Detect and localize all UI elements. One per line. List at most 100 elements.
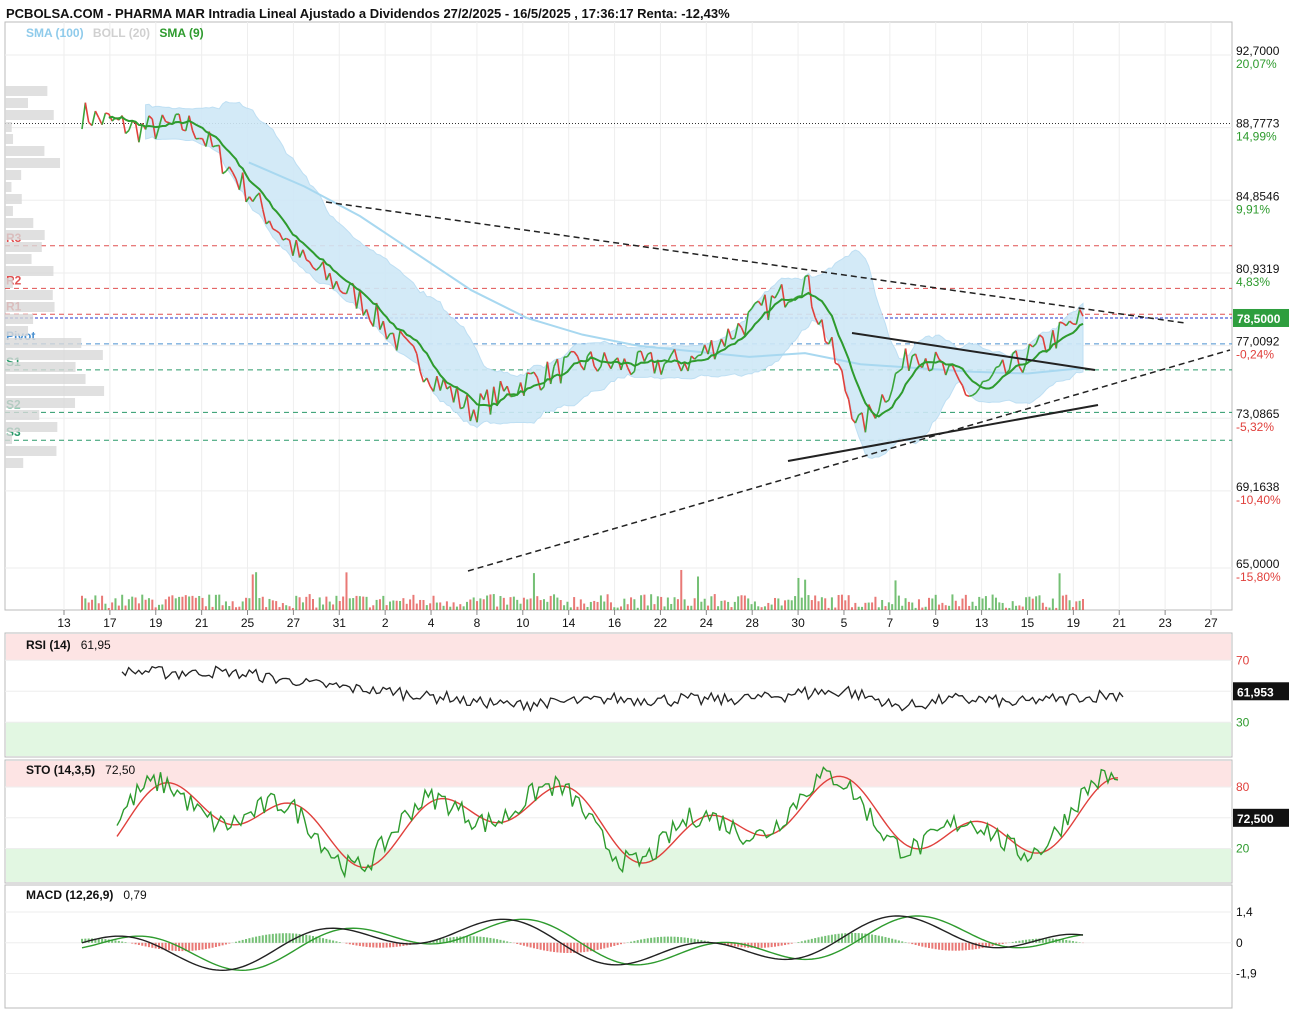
- volume-bar: [291, 607, 294, 610]
- macd-histogram-bar: [496, 939, 499, 943]
- volume-bar: [777, 598, 780, 610]
- solid-trend-line: [787, 404, 1099, 462]
- volume-bar: [191, 595, 194, 610]
- volume-bar: [124, 605, 127, 610]
- volume-bar: [787, 599, 790, 610]
- volume-bar: [392, 600, 395, 610]
- volume-bar: [877, 607, 880, 610]
- volume-bar: [968, 605, 971, 610]
- volume-bar: [1011, 601, 1014, 610]
- volume-bar: [476, 601, 479, 610]
- volume-bar: [767, 602, 770, 610]
- macd-histogram-bar: [680, 937, 683, 943]
- y-percent-label: -0,24%: [1236, 348, 1274, 362]
- volume-bar: [800, 597, 803, 610]
- volume-bar: [516, 599, 519, 610]
- volume-bar: [208, 594, 211, 610]
- macd-histogram-bar: [365, 942, 368, 947]
- y-tick-label: 73,0865: [1236, 407, 1280, 421]
- volume-bar: [332, 604, 335, 610]
- volume-bar: [911, 602, 914, 610]
- macd-histogram-bar: [338, 942, 341, 943]
- volume-bar: [1068, 600, 1071, 610]
- volume-bar: [295, 595, 298, 610]
- macd-histogram-bar: [623, 942, 626, 944]
- volume-bar: [874, 596, 877, 610]
- macd-histogram-bar: [954, 942, 957, 951]
- profile-bar: [5, 410, 40, 420]
- volume-bar: [857, 606, 860, 610]
- chart-title: PCBOLSA.COM - PHARMA MAR Intradia Lineal…: [6, 6, 730, 21]
- macd-histogram-bar: [917, 942, 920, 946]
- macd-histogram-bar: [522, 942, 525, 946]
- volume-bar: [1031, 598, 1034, 610]
- macd-histogram-bar: [630, 941, 633, 943]
- volume-bar: [238, 606, 241, 610]
- profile-bar: [5, 446, 57, 456]
- volume-bar: [804, 579, 807, 610]
- macd-histogram-bar: [191, 942, 194, 951]
- volume-bar: [623, 598, 626, 610]
- volume-bar: [1055, 607, 1058, 610]
- y-tick-label: 88,7773: [1236, 117, 1280, 131]
- x-tick-label: 8: [474, 616, 481, 630]
- volume-bar: [87, 602, 90, 610]
- volume-bar: [670, 603, 673, 610]
- volume-bar: [984, 596, 987, 610]
- volume-bar: [998, 602, 1001, 610]
- x-tick-label: 24: [700, 616, 714, 630]
- sto-value: 72,50: [105, 763, 136, 777]
- price-segment: [965, 394, 970, 398]
- macd-histogram-bar: [569, 942, 572, 953]
- macd-histogram-bar: [352, 942, 355, 945]
- profile-bar: [5, 350, 103, 360]
- profile-bar: [5, 458, 24, 468]
- macd-histogram-bar: [385, 942, 388, 948]
- macd-histogram-bar: [774, 942, 776, 947]
- volume-bar: [101, 595, 104, 610]
- volume-bar: [954, 600, 957, 610]
- volume-bar: [131, 596, 134, 610]
- y-tick-label: 65,0000: [1236, 557, 1280, 571]
- macd-histogram-bar: [666, 936, 669, 943]
- profile-bar: [5, 326, 29, 336]
- volume-bar: [774, 597, 776, 610]
- volume-bar: [760, 607, 763, 610]
- volume-bar: [840, 594, 843, 610]
- volume-bar: [224, 601, 227, 610]
- volume-bar: [117, 605, 120, 610]
- macd-histogram-bar: [643, 938, 646, 943]
- volume-bar: [636, 607, 639, 610]
- macd-histogram-bar: [616, 942, 619, 946]
- volume-bar: [415, 603, 418, 610]
- volume-bar: [325, 596, 328, 610]
- volume-bar: [198, 595, 201, 610]
- macd-histogram-bar: [894, 939, 897, 943]
- volume-bar: [834, 607, 837, 610]
- volume-bar: [907, 601, 910, 610]
- price-segment: [982, 380, 987, 383]
- volume-bar: [549, 595, 552, 610]
- current-price-tag-label: 78,5000: [1237, 312, 1281, 326]
- volume-bar: [526, 599, 529, 610]
- volume-bar: [459, 604, 462, 610]
- volume-bar: [603, 601, 606, 610]
- volume-bar: [1078, 600, 1081, 610]
- macd-histogram-bar: [777, 942, 780, 947]
- volume-bar: [901, 605, 904, 610]
- x-tick-label: 23: [1158, 616, 1172, 630]
- macd-title: MACD (12,26,9) 0,79: [26, 888, 147, 902]
- profile-bar: [5, 278, 13, 288]
- x-tick-label: 4: [428, 616, 435, 630]
- chart-canvas: R3R2R1PivotS1S2S378,5000 131719212527312…: [4, 21, 1289, 1009]
- volume-bar: [375, 599, 378, 610]
- x-tick-label: 9: [932, 616, 939, 630]
- volume-bar: [452, 602, 455, 610]
- volume-bar: [194, 597, 197, 610]
- volume-bar: [656, 596, 659, 610]
- volume-bar: [697, 576, 699, 610]
- macd-histogram-bar: [887, 937, 890, 943]
- sto-level-label: 20: [1236, 842, 1250, 856]
- volume-bar: [328, 601, 331, 610]
- macd-histogram-bar: [653, 937, 656, 943]
